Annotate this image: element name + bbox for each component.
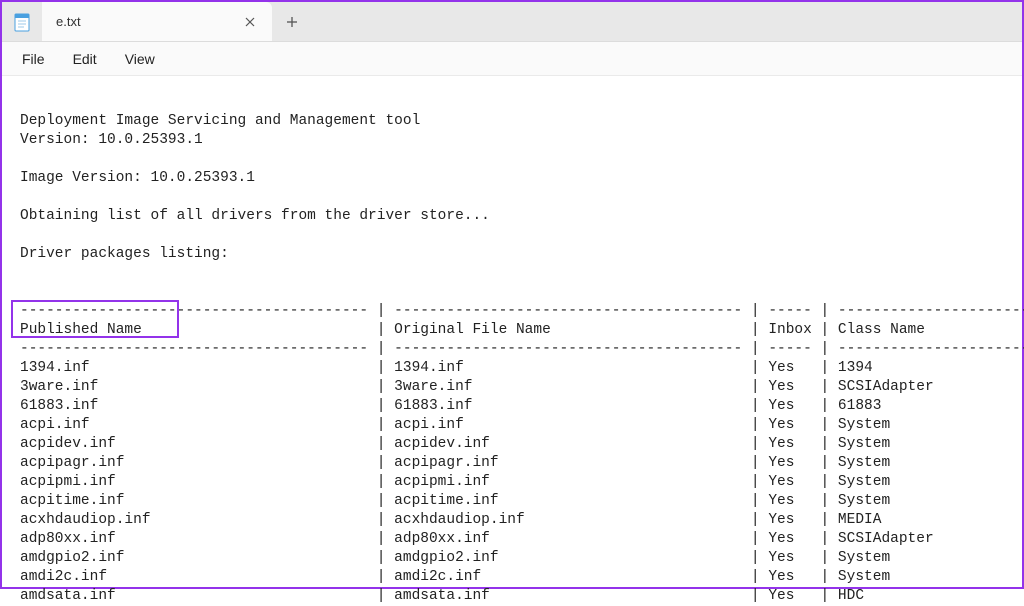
close-icon: [245, 17, 255, 27]
menubar: File Edit View: [2, 42, 1022, 76]
menu-file[interactable]: File: [10, 47, 57, 71]
menu-view[interactable]: View: [113, 47, 167, 71]
table-divider-bottom: ----------------------------------------…: [20, 341, 1024, 357]
header-tool-name: Deployment Image Servicing and Managemen…: [20, 113, 420, 129]
table-divider-top: ----------------------------------------…: [20, 303, 1024, 319]
notepad-icon: [14, 12, 30, 32]
header-image-version: Image Version: 10.0.25393.1: [20, 170, 255, 186]
header-listing: Driver packages listing:: [20, 246, 229, 262]
table-column-header: Published Name | Original File Name | In…: [20, 322, 1024, 338]
tab-title: e.txt: [56, 14, 81, 29]
header-version: Version: 10.0.25393.1: [20, 132, 203, 148]
plus-icon: [286, 16, 298, 28]
menu-edit[interactable]: Edit: [61, 47, 109, 71]
file-tab[interactable]: e.txt: [42, 2, 272, 41]
table-data-rows: 1394.inf | 1394.inf | Yes | 1394 3ware.i…: [20, 360, 1024, 604]
text-content[interactable]: Deployment Image Servicing and Managemen…: [2, 76, 1022, 606]
titlebar: e.txt: [2, 2, 1022, 42]
tab-close-button[interactable]: [238, 10, 262, 34]
app-icon: [2, 2, 42, 41]
header-obtaining: Obtaining list of all drivers from the d…: [20, 208, 490, 224]
new-tab-button[interactable]: [272, 2, 312, 41]
